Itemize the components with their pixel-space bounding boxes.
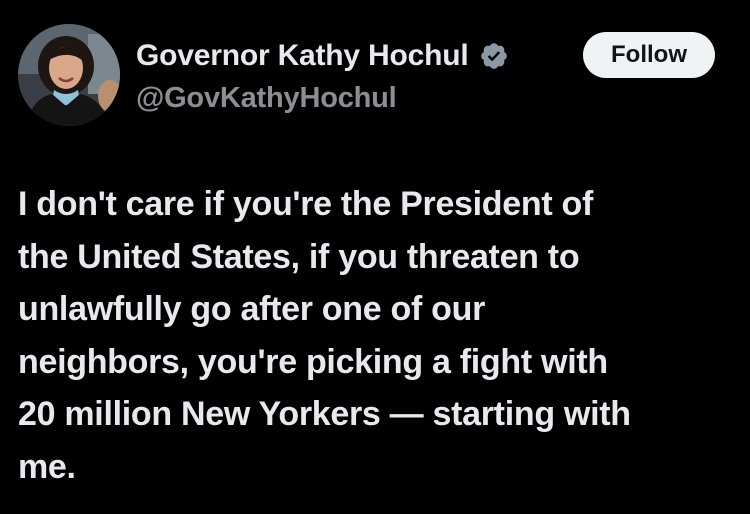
- tweet-text: I don't care if you're the President of …: [18, 185, 631, 486]
- avatar-photo: [18, 24, 120, 126]
- follow-button[interactable]: Follow: [583, 32, 715, 78]
- handle[interactable]: @GovKathyHochul: [136, 82, 509, 115]
- tweet-header: Governor Kathy Hochul @GovKathyHochul Fo…: [18, 24, 732, 128]
- verified-badge-icon: [479, 41, 509, 71]
- display-name-row: Governor Kathy Hochul: [136, 38, 509, 74]
- avatar[interactable]: [18, 24, 120, 126]
- display-name[interactable]: Governor Kathy Hochul: [136, 39, 469, 73]
- author-names: Governor Kathy Hochul @GovKathyHochul: [136, 38, 509, 115]
- tweet-card: Governor Kathy Hochul @GovKathyHochul Fo…: [0, 0, 750, 514]
